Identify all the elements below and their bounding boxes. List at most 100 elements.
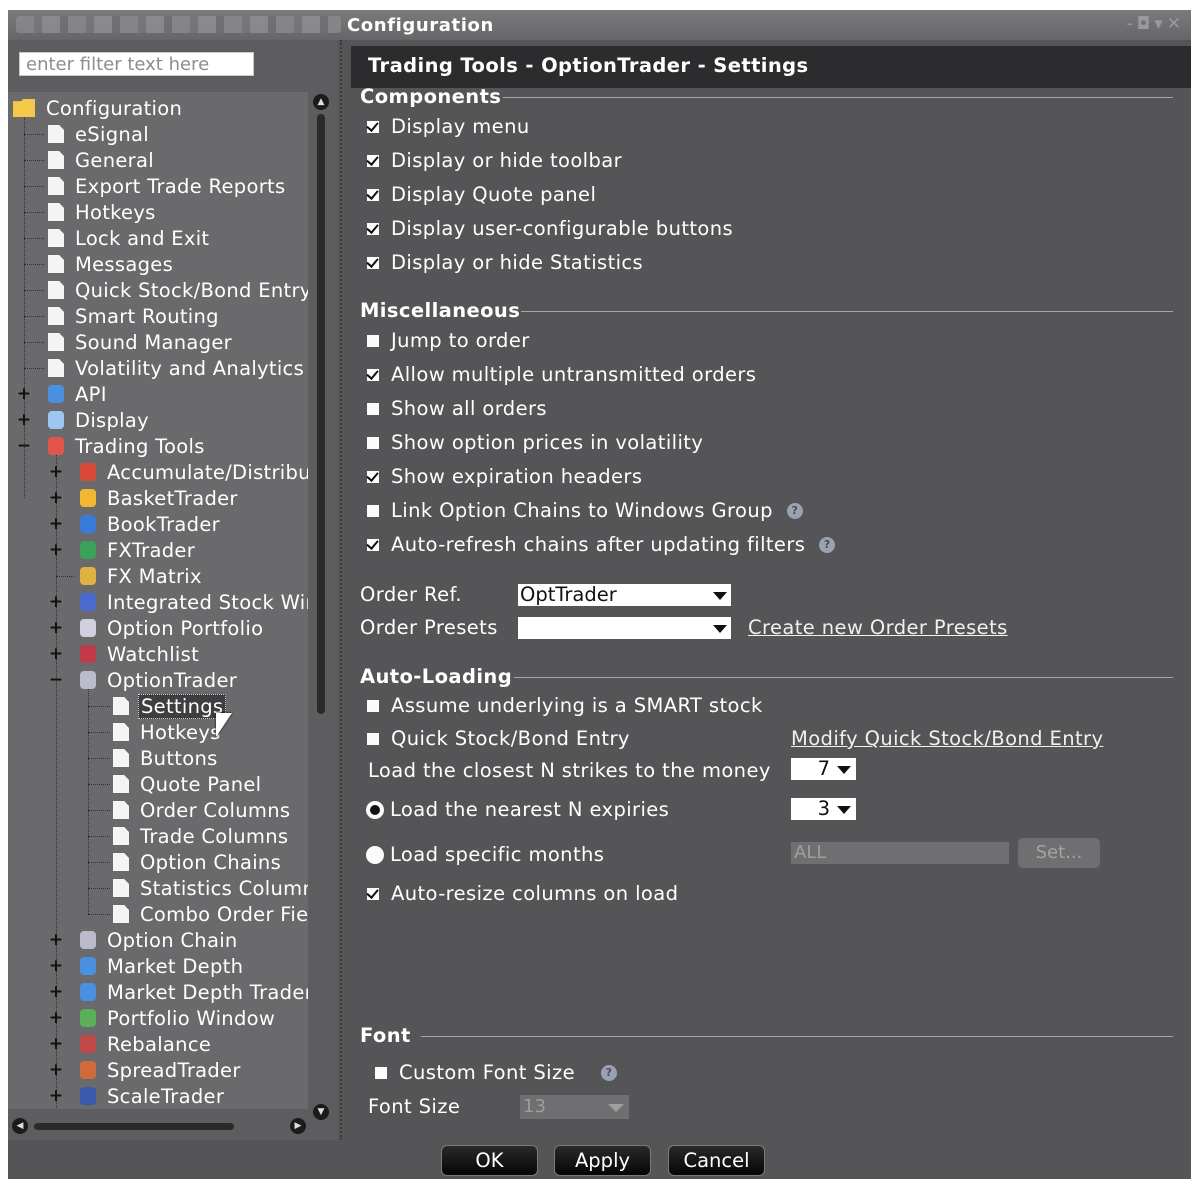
tree-item[interactable]: Buttons [113, 745, 220, 771]
scroll-up-icon[interactable]: ▲ [313, 94, 329, 110]
specific-months-field[interactable]: ALL [791, 842, 1009, 864]
closest-strikes-dropdown[interactable]: 7 [791, 758, 856, 780]
tree-item[interactable]: ScaleTrader [80, 1083, 226, 1109]
misc-option[interactable]: Show all orders [367, 397, 547, 420]
tree-item[interactable]: BasketTrader [80, 485, 240, 511]
custom-font-size-option[interactable]: Custom Font Size ? [375, 1061, 617, 1084]
misc-option[interactable]: Link Option Chains to Windows Group? [367, 499, 803, 522]
tree-item[interactable]: Market Depth Trader [80, 979, 308, 1005]
checkbox[interactable] [367, 504, 379, 517]
checkbox[interactable] [367, 368, 379, 381]
expand-icon[interactable]: + [48, 1088, 64, 1105]
misc-option[interactable]: Show option prices in volatility [367, 431, 703, 454]
checkbox[interactable] [367, 470, 379, 483]
expand-icon[interactable]: + [48, 542, 64, 559]
tree-item[interactable]: Sound Manager [48, 329, 234, 355]
checkbox[interactable] [367, 222, 379, 235]
tree-item[interactable]: FX Matrix [80, 563, 204, 589]
expand-icon[interactable]: + [16, 412, 32, 429]
tree-item[interactable]: Hotkeys [113, 719, 223, 745]
hscroll-thumb[interactable] [34, 1123, 234, 1130]
font-size-dropdown[interactable]: 13 [520, 1095, 629, 1119]
checkbox[interactable] [367, 154, 379, 167]
set-months-button[interactable]: Set... [1018, 838, 1100, 868]
tree-item[interactable]: Market Depth [80, 953, 245, 979]
tree-item[interactable]: Watchlist [80, 641, 201, 667]
tree-item[interactable]: Rebalance [80, 1031, 213, 1057]
tree-item[interactable]: Export Trade Reports [48, 173, 287, 199]
tree-horizontal-scrollbar[interactable]: ◀ ▶ [12, 1115, 308, 1137]
checkbox[interactable] [367, 188, 379, 201]
tree-item[interactable]: Settings [113, 693, 227, 719]
collapse-icon[interactable]: − [48, 672, 64, 689]
scroll-thumb[interactable] [317, 114, 325, 714]
expand-icon[interactable]: + [48, 620, 64, 637]
expand-icon[interactable]: + [48, 958, 64, 975]
tree-item[interactable]: BookTrader [80, 511, 222, 537]
misc-option[interactable]: Auto-refresh chains after updating filte… [367, 533, 836, 556]
assume-smart-option[interactable]: Assume underlying is a SMART stock [367, 694, 763, 717]
filter-input[interactable] [19, 52, 254, 76]
misc-option[interactable]: Allow multiple untransmitted orders [367, 363, 756, 386]
expand-icon[interactable]: + [48, 932, 64, 949]
modify-quick-entry-link[interactable]: Modify Quick Stock/Bond Entry [791, 727, 1103, 750]
tree-item[interactable]: Portfolio Window [80, 1005, 277, 1031]
order-ref-dropdown[interactable]: OptTrader [518, 584, 731, 606]
pane-divider[interactable] [340, 40, 343, 1140]
tree-item[interactable]: Messages [48, 251, 175, 277]
expand-icon[interactable]: + [48, 646, 64, 663]
misc-option[interactable]: Jump to order [367, 329, 530, 352]
expand-icon[interactable]: + [48, 464, 64, 481]
tree-item[interactable]: OptionTrader [80, 667, 239, 693]
checkbox[interactable] [367, 887, 379, 900]
tree-item[interactable]: Trade Columns [113, 823, 290, 849]
scroll-down-icon[interactable]: ▼ [313, 1104, 329, 1120]
tree-item[interactable]: Option Chain [80, 927, 240, 953]
checkbox[interactable] [367, 402, 379, 415]
tree-item[interactable]: Display [48, 407, 151, 433]
expand-icon[interactable]: + [48, 490, 64, 507]
cancel-button[interactable]: Cancel [668, 1145, 765, 1176]
pin-icon[interactable]: -◘▾ [1127, 14, 1167, 34]
expand-icon[interactable]: + [48, 1062, 64, 1079]
checkbox[interactable] [367, 538, 379, 551]
tree-item[interactable]: Lock and Exit [48, 225, 211, 251]
tree-item[interactable]: Volatility and Analytics [48, 355, 306, 381]
tree-item[interactable]: API [48, 381, 109, 407]
apply-button[interactable]: Apply [554, 1145, 651, 1176]
checkbox[interactable] [367, 120, 379, 133]
component-option[interactable]: Display user-configurable buttons [367, 217, 733, 240]
tree-item[interactable]: Quick Stock/Bond Entry [48, 277, 308, 303]
radio-button[interactable] [366, 845, 384, 864]
component-option[interactable]: Display or hide Statistics [367, 251, 643, 274]
tree-item[interactable]: Option Chains [113, 849, 283, 875]
close-icon[interactable]: ✕ [1167, 14, 1185, 34]
expand-icon[interactable]: + [48, 594, 64, 611]
tree-item[interactable]: Quote Panel [113, 771, 263, 797]
checkbox[interactable] [367, 436, 379, 449]
specific-months-option[interactable]: Load specific months [366, 843, 604, 866]
create-order-presets-link[interactable]: Create new Order Presets [748, 616, 1008, 639]
tree-item[interactable]: Integrated Stock Window [80, 589, 308, 615]
tree-item[interactable]: Trading Tools [48, 433, 207, 459]
order-presets-dropdown[interactable] [518, 617, 731, 639]
expand-icon[interactable]: + [48, 984, 64, 1001]
expand-icon[interactable]: + [48, 516, 64, 533]
tree-item[interactable]: eSignal [48, 121, 151, 147]
ok-button[interactable]: OK [441, 1145, 538, 1176]
collapse-icon[interactable]: − [16, 438, 32, 455]
tree-item[interactable]: Accumulate/Distribute [80, 459, 308, 485]
checkbox[interactable] [367, 699, 379, 712]
tree-item[interactable]: Hotkeys [48, 199, 158, 225]
tree-item[interactable]: Configuration [13, 95, 184, 121]
misc-option[interactable]: Show expiration headers [367, 465, 642, 488]
tree-item[interactable]: Statistics Columns [113, 875, 308, 901]
expand-icon[interactable]: + [48, 1010, 64, 1027]
tree-item[interactable]: Order Columns [113, 797, 292, 823]
nearest-expiries-dropdown[interactable]: 3 [791, 798, 856, 820]
checkbox[interactable] [367, 732, 379, 745]
tree-item[interactable]: Smart Routing [48, 303, 221, 329]
help-icon[interactable]: ? [786, 502, 803, 519]
component-option[interactable]: Display or hide toolbar [367, 149, 622, 172]
tree-item[interactable]: General [48, 147, 156, 173]
